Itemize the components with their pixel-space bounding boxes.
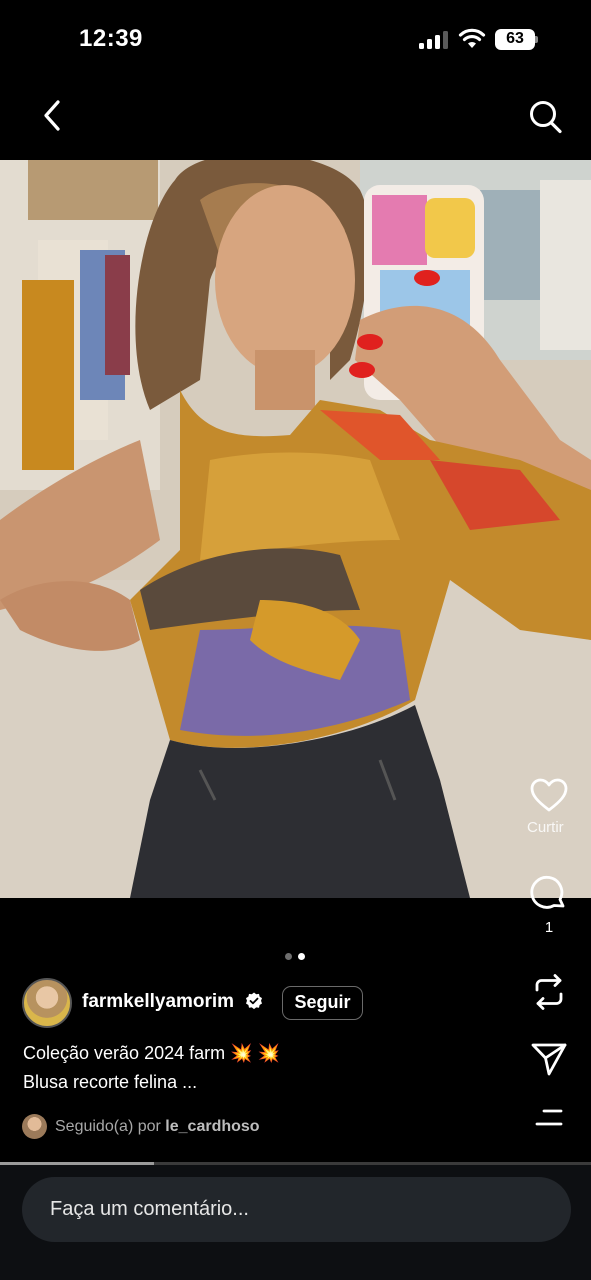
- more-button[interactable]: [519, 1104, 579, 1132]
- caption-line-1: Coleção verão 2024 farm 💥 💥: [23, 1043, 280, 1063]
- verified-badge-icon: [246, 992, 262, 1010]
- comment-bar: Faça um comentário...: [0, 1165, 591, 1280]
- followed-by: Seguido(a) por le_cardhoso: [55, 1118, 260, 1136]
- carousel-dot-active: [298, 953, 305, 960]
- heart-icon: [530, 778, 568, 812]
- follower-avatar: [22, 1114, 47, 1139]
- battery-level: 63: [506, 30, 524, 47]
- carousel-dot: [285, 953, 292, 960]
- status-bar: 12:39 63: [0, 0, 591, 80]
- share-button[interactable]: [519, 1040, 579, 1078]
- comment-button[interactable]: 1: [519, 873, 579, 936]
- comment-input[interactable]: Faça um comentário...: [22, 1177, 571, 1242]
- status-time: 12:39: [79, 25, 143, 52]
- comment-count: 1: [544, 919, 554, 936]
- chevron-left-icon: [44, 100, 60, 131]
- photo-illustration: [0, 160, 591, 898]
- send-icon: [531, 1043, 567, 1076]
- battery-indicator: 63: [495, 29, 539, 50]
- search-button[interactable]: [526, 96, 566, 136]
- menu-lines-icon: [535, 1109, 563, 1126]
- repost-icon: [535, 974, 563, 1010]
- follow-button[interactable]: Seguir: [282, 986, 363, 1020]
- caption-line-2[interactable]: Blusa recorte felina ...: [23, 1072, 197, 1093]
- like-label: Curtir: [527, 819, 564, 836]
- comment-bubble-icon: [530, 875, 565, 909]
- cellular-signal-icon: [419, 31, 448, 49]
- search-icon: [530, 101, 562, 134]
- followed-by-prefix: Seguido(a) por: [55, 1118, 161, 1135]
- author-username[interactable]: farmkellyamorim: [82, 991, 234, 1013]
- back-button[interactable]: [36, 96, 72, 136]
- followed-by-username[interactable]: le_cardhoso: [165, 1118, 259, 1135]
- post-photo[interactable]: [0, 160, 591, 898]
- repost-button[interactable]: [519, 972, 579, 1012]
- like-button[interactable]: Curtir: [519, 777, 579, 836]
- wifi-icon: [458, 28, 486, 48]
- author-avatar[interactable]: [22, 978, 72, 1028]
